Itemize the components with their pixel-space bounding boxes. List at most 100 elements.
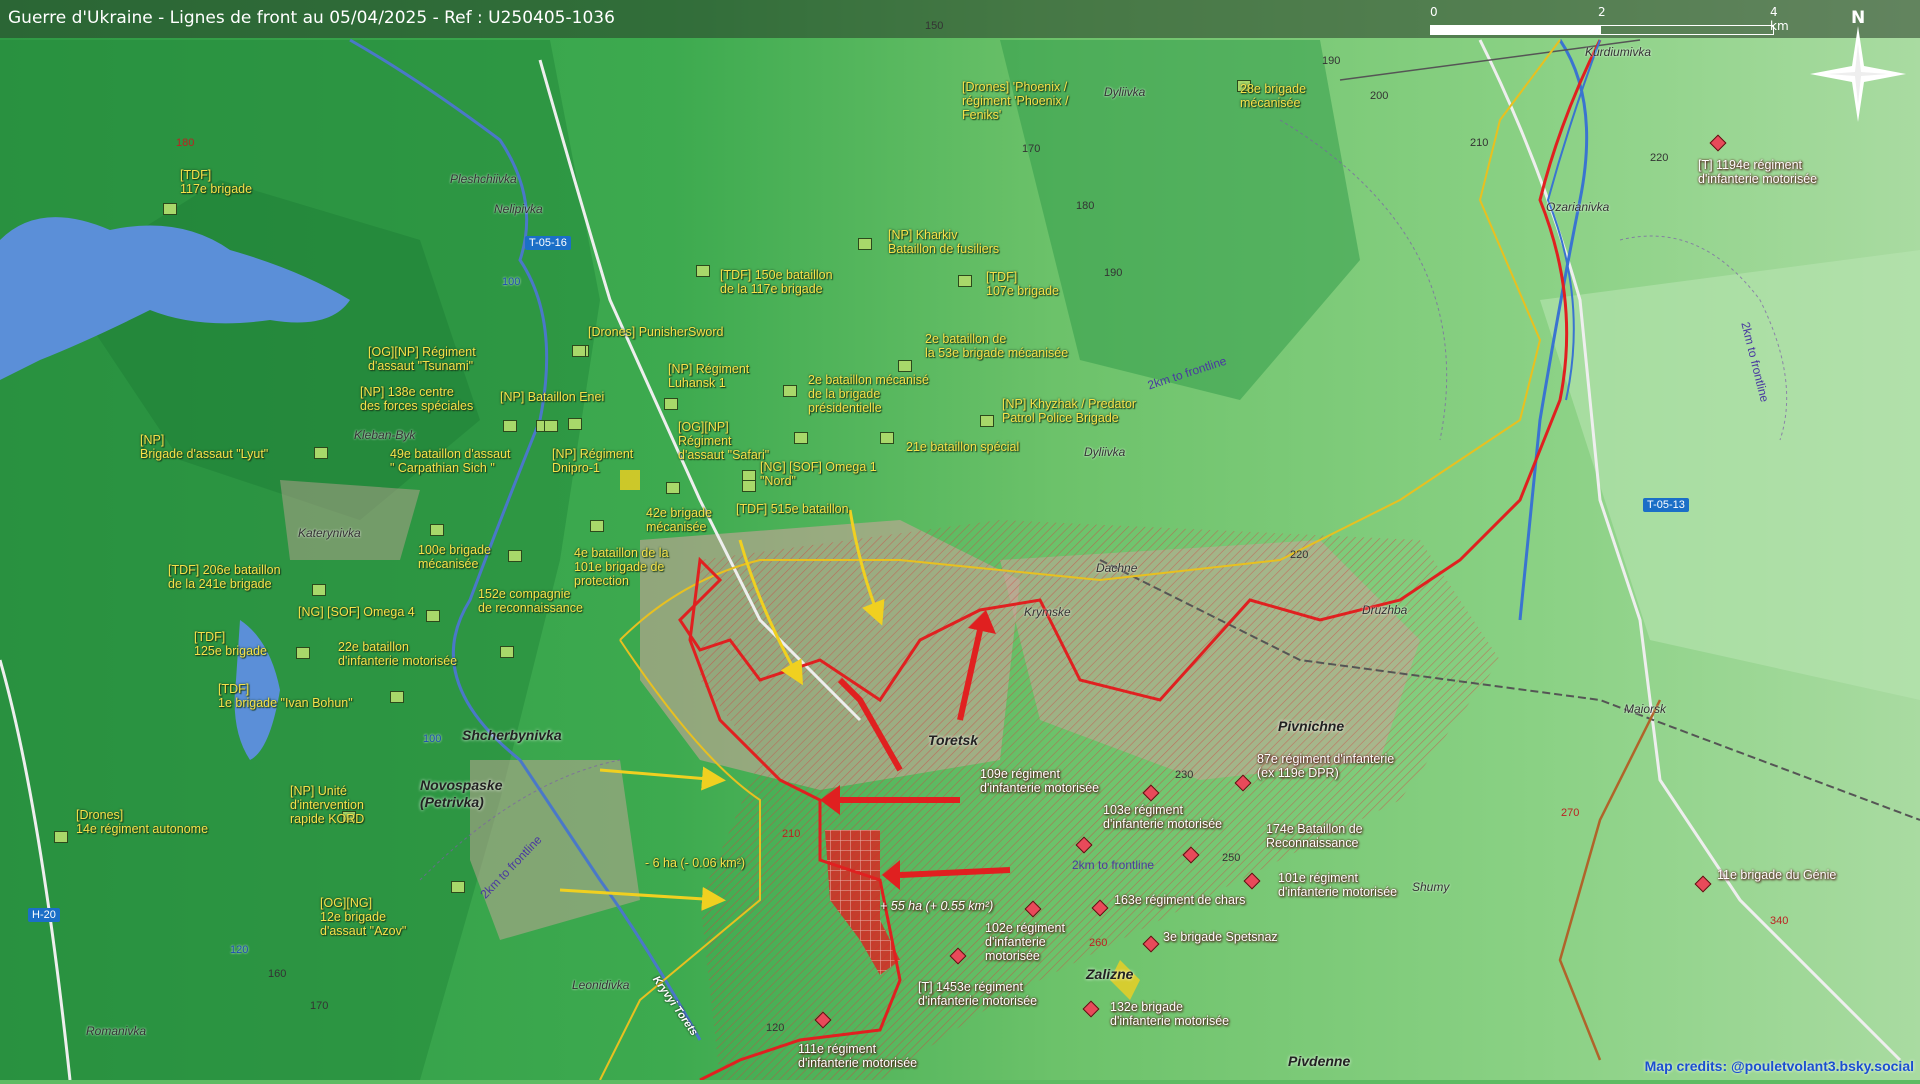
- road-label-t0513: T-05-13: [1643, 498, 1689, 512]
- ukraine-unit-symbol[interactable]: [508, 550, 522, 562]
- ukraine-unit-symbol[interactable]: [390, 691, 404, 703]
- map-title: Guerre d'Ukraine - Lignes de front au 05…: [8, 8, 615, 28]
- russia-unit-label: 163e régiment de chars: [1114, 893, 1246, 907]
- town-novospaske: Novospaske (Petrivka): [420, 777, 503, 810]
- ukraine-unit-label: 42e brigade mécanisée: [646, 506, 713, 534]
- road-number: 120: [230, 944, 249, 956]
- elevation: 160: [268, 968, 287, 980]
- ukraine-unit-symbol[interactable]: [544, 420, 558, 432]
- ukraine-unit-symbol[interactable]: [590, 520, 604, 532]
- elevation: 190: [1322, 55, 1341, 67]
- ukraine-unit-symbol[interactable]: [858, 238, 872, 250]
- russia-unit-label: 103e régiment d'infanterie motorisée: [1103, 803, 1223, 831]
- russia-unit-label: 111e régiment d'infanterie motorisée: [798, 1042, 918, 1070]
- ukraine-unit-symbol[interactable]: [664, 398, 678, 410]
- ukraine-unit-symbol[interactable]: [880, 432, 894, 444]
- ukraine-unit-label: [TDF] 117e brigade: [180, 168, 253, 196]
- ukraine-unit-symbol[interactable]: [54, 831, 68, 843]
- ukraine-unit-symbol[interactable]: [430, 524, 444, 536]
- russia-unit-label: [T] 1453e régiment d'infanterie motorisé…: [918, 980, 1038, 1008]
- road-label-t0516: T-05-16: [525, 236, 571, 250]
- ukraine-unit-symbol[interactable]: [426, 610, 440, 622]
- ukraine-unit-label: [NG] [SOF] Omega 4: [298, 605, 415, 619]
- elevation: 230: [1175, 769, 1194, 781]
- ukraine-unit-label: 100e brigade mécanisée: [418, 543, 491, 571]
- ukraine-unit-symbol[interactable]: [296, 647, 310, 659]
- ukraine-unit-label: 28e brigade mécanisée: [1240, 82, 1307, 110]
- elevation: 170: [1022, 143, 1041, 155]
- ukraine-unit-symbol[interactable]: [898, 360, 912, 372]
- ukraine-unit-symbol[interactable]: [742, 480, 756, 492]
- ukraine-unit-label: [TDF] 150e bataillon de la 117e brigade: [720, 268, 833, 296]
- ukraine-unit-label: [TDF] 515e bataillon: [736, 502, 849, 516]
- ukraine-unit-symbol[interactable]: [696, 265, 710, 277]
- ukraine-unit-label: [Drones] 'Phoenix / régiment 'Phoenix / …: [962, 80, 1069, 122]
- ukraine-unit-symbol[interactable]: [163, 203, 177, 215]
- ukraine-unit-label: 152e compagnie de reconnaissance: [478, 587, 583, 615]
- ukraine-unit-label: [OG][NP] Régiment d'assaut "Safari": [678, 420, 770, 462]
- scale-segment-1: [1430, 25, 1600, 35]
- ukraine-unit-label: [OG][NP] Régiment d'assaut "Tsunami": [368, 345, 476, 373]
- place-druzhba: Druzhba: [1362, 603, 1408, 617]
- russia-unit-label: 174e Bataillon de Reconnaissance: [1266, 822, 1363, 850]
- elevation: 120: [766, 1022, 785, 1034]
- ukraine-unit-label: [TDF] 1e brigade "Ivan Bohun": [218, 682, 353, 710]
- compass-star-icon: [1810, 26, 1906, 122]
- ukraine-unit-symbol[interactable]: [314, 447, 328, 459]
- terrain-map: [0, 0, 1920, 1082]
- ukraine-unit-symbol[interactable]: [794, 432, 808, 444]
- place-maiorsk: Maiorsk: [1624, 702, 1667, 716]
- scale-tick-0: 0: [1430, 5, 1438, 19]
- road-number: 100: [423, 733, 442, 745]
- map-view[interactable]: Guerre d'Ukraine - Lignes de front au 05…: [0, 0, 1920, 1082]
- ukraine-unit-label: 22e bataillon d'infanterie motorisée: [338, 640, 458, 668]
- town-pivnichne: Pivnichne: [1278, 718, 1345, 734]
- ukraine-unit-symbol[interactable]: [500, 646, 514, 658]
- north-label: N: [1851, 8, 1866, 28]
- ukraine-unit-symbol[interactable]: [451, 881, 465, 893]
- ukraine-unit-label: [OG][NG] 12e brigade d'assaut "Azov": [320, 896, 407, 938]
- elevation: 250: [1222, 852, 1241, 864]
- elevation: 150: [925, 20, 944, 32]
- ukraine-unit-symbol[interactable]: [980, 415, 994, 427]
- road-label-h20: H-20: [28, 908, 60, 922]
- ukraine-unit-label: [Drones] PunisherSword: [588, 325, 724, 339]
- russia-unit-label: 87e régiment d'infanterie (ex 119e DPR): [1257, 752, 1395, 780]
- elevation: 190: [1104, 267, 1123, 279]
- ukraine-unit-label: [NG] [SOF] Omega 1 "Nord": [760, 460, 877, 488]
- elevation: 200: [1370, 90, 1389, 102]
- place-romanivka: Romanivka: [86, 1024, 147, 1038]
- ukraine-unit-symbol[interactable]: [503, 420, 517, 432]
- ukraine-unit-symbol[interactable]: [783, 385, 797, 397]
- map-credits[interactable]: Map credits: @pouletvolant3.bsky.social: [1645, 1058, 1914, 1074]
- scale-segment-2: [1600, 25, 1774, 35]
- town-pivdenne: Pivdenne: [1288, 1053, 1351, 1069]
- compass: N: [1810, 8, 1910, 122]
- place-krymske: Krymske: [1024, 605, 1071, 619]
- elevation: 220: [1650, 152, 1669, 164]
- place-kurdiumivka: Kurdiumivka: [1585, 45, 1652, 59]
- elevation: 340: [1770, 915, 1789, 927]
- place-dyliivka-south: Dyliivka: [1084, 445, 1126, 459]
- ukraine-unit-symbol[interactable]: [568, 418, 582, 430]
- russia-unit-label: [T] 1194e régiment d'infanterie motorisé…: [1698, 158, 1818, 186]
- ukraine-unit-symbol[interactable]: [958, 275, 972, 287]
- ukraine-unit-label: [TDF] 206e bataillon de la 241e brigade: [168, 563, 281, 591]
- elevation: 260: [1089, 937, 1108, 949]
- place-dyliivka-north: Dyliivka: [1104, 85, 1146, 99]
- ukraine-unit-label: 2e bataillon mécanisé de la brigade prés…: [808, 373, 929, 415]
- elevation: 180: [1076, 200, 1095, 212]
- ukraine-unit-symbol[interactable]: [312, 584, 326, 596]
- ukraine-unit-label: 49e bataillon d'assaut " Carpathian Sich…: [390, 447, 511, 475]
- place-ozarianivka: Ozarianivka: [1546, 200, 1610, 214]
- town-toretsk: Toretsk: [928, 732, 979, 748]
- road-number: 100: [502, 276, 521, 288]
- place-leonidivka: Leonidivka: [572, 978, 630, 992]
- ukraine-unit-label: 21e bataillon spécial: [906, 440, 1020, 454]
- ukraine-unit-label: [NP] Kharkiv Bataillon de fusiliers: [888, 228, 1000, 256]
- russia-unit-label: 101e régiment d'infanterie motorisée: [1278, 871, 1398, 899]
- ukraine-unit-symbol[interactable]: [572, 345, 586, 357]
- place-dachne: Dachne: [1096, 561, 1138, 575]
- ukraine-unit-symbol[interactable]: [666, 482, 680, 494]
- town-shcherbynivka: Shcherbynivka: [462, 727, 562, 743]
